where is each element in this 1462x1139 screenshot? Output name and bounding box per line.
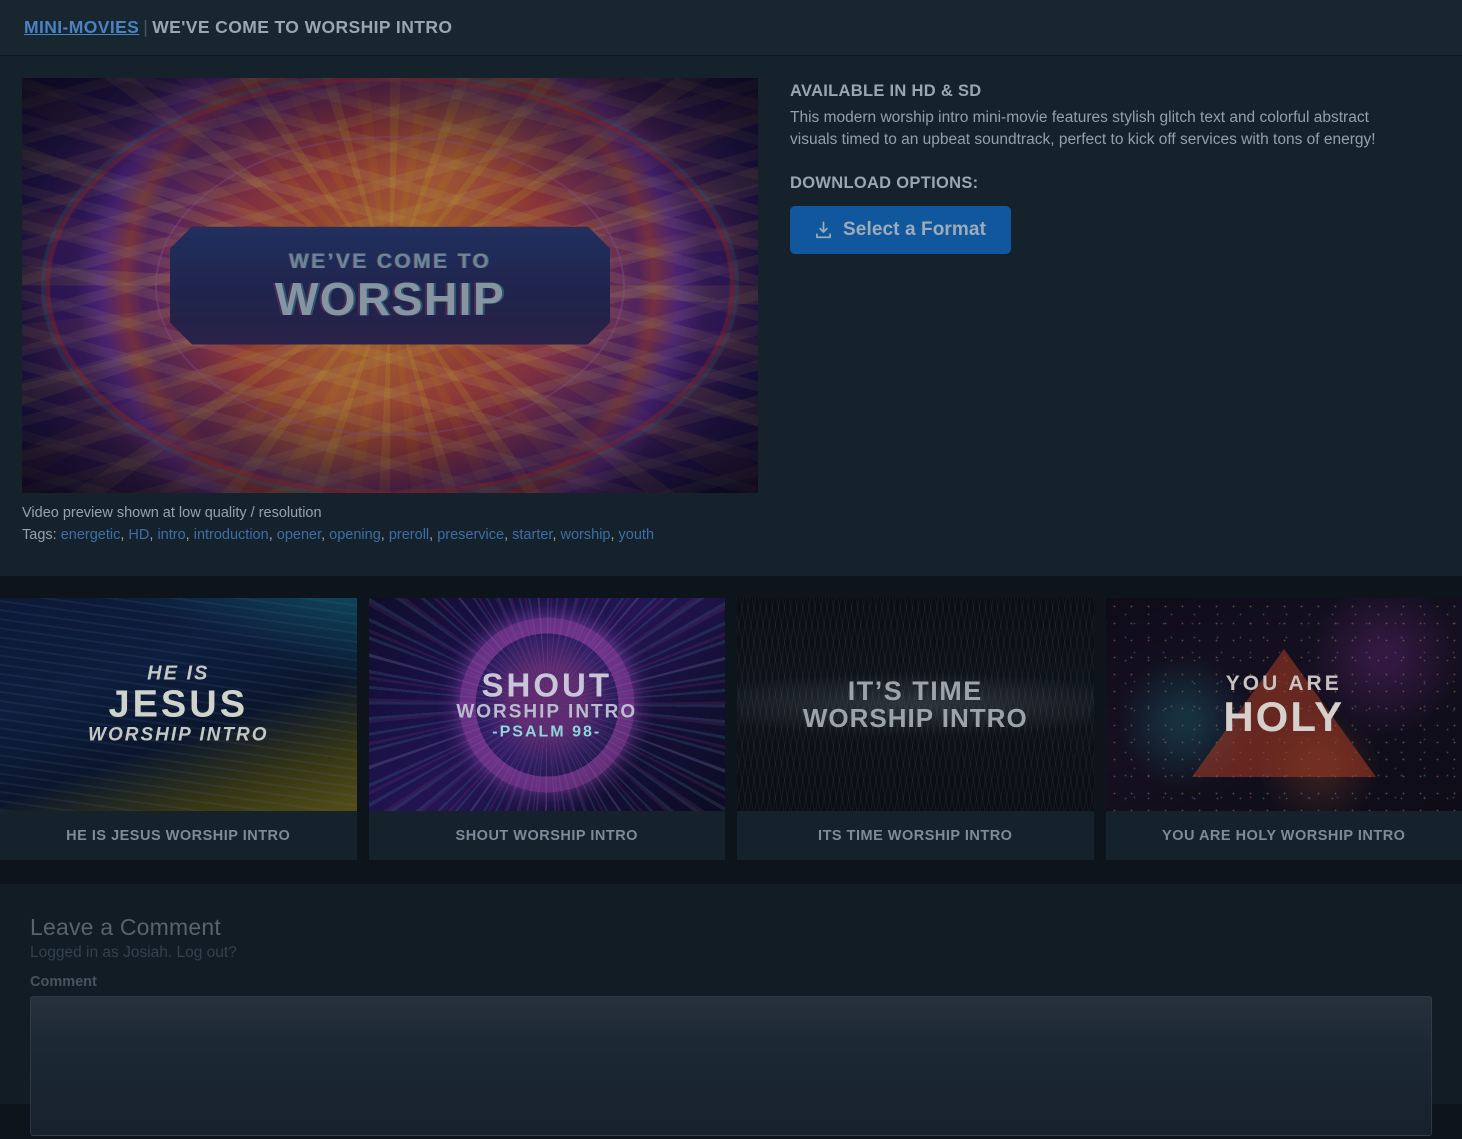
tags-row: Tags: energetic, HD, intro, introduction… (22, 525, 758, 546)
tag-link[interactable]: intro (157, 527, 185, 543)
related-thumbnail: HE IS JESUS WORSHIP INTRO (0, 598, 357, 811)
availability-heading: AVAILABLE IN HD & SD (790, 82, 982, 100)
download-icon (815, 221, 832, 239)
comment-input[interactable] (30, 996, 1432, 1136)
tag-link[interactable]: energetic (61, 527, 121, 543)
product-detail-panel: WE’VE COME TO WORSHIP Video preview show… (0, 56, 1462, 576)
tag-separator: , (321, 526, 326, 543)
details-column: AVAILABLE IN HD & SD This modern worship… (790, 78, 1440, 576)
page-title: WE'VE COME TO WORSHIP INTRO (152, 17, 453, 37)
thumbnail-line-2: WORSHIP INTRO (802, 703, 1028, 734)
related-card-he-is-jesus[interactable]: HE IS JESUS WORSHIP INTRO HE IS JESUS WO… (0, 598, 357, 860)
thumbnail-text: YOU ARE HOLY (1106, 672, 1462, 738)
related-thumbnail: IT’S TIME WORSHIP INTRO (737, 598, 1094, 811)
breadcrumb-category-link[interactable]: MINI-MOVIES (24, 17, 139, 37)
tag-separator: , (552, 526, 557, 543)
select-format-label: Select a Format (843, 218, 986, 240)
tags-list: energetic, HD, intro, introduction, open… (61, 527, 654, 543)
related-card-title: YOU ARE HOLY WORSHIP INTRO (1162, 827, 1406, 844)
select-format-button[interactable]: Select a Format (790, 205, 1011, 254)
tag-separator: , (120, 526, 125, 543)
thumbnail-line-3: WORSHIP INTRO (88, 724, 269, 746)
tag-separator: , (185, 526, 190, 543)
preview-column: WE’VE COME TO WORSHIP Video preview show… (22, 78, 758, 576)
comments-divider (0, 860, 1462, 884)
video-title-line-2: WORSHIP (274, 272, 506, 325)
thumbnail-line-2: HOLY (1223, 692, 1345, 740)
tag-link[interactable]: youth (619, 527, 654, 543)
tags-label: Tags: (22, 526, 57, 543)
thumbnail-line-1: IT’S TIME (847, 675, 983, 706)
section-divider (0, 576, 1462, 598)
tag-link[interactable]: introduction (194, 527, 269, 543)
thumbnail-line-1: HE IS (147, 662, 210, 685)
related-card-title: HE IS JESUS WORSHIP INTRO (66, 827, 291, 844)
breadcrumb-separator: | (143, 17, 149, 37)
related-videos-strip: HE IS JESUS WORSHIP INTRO HE IS JESUS WO… (0, 598, 1462, 860)
leave-comment-heading: Leave a Comment (30, 914, 221, 940)
tag-separator: , (149, 526, 154, 543)
comment-field-label: Comment (30, 974, 97, 990)
thumbnail-text: SHOUT WORSHIP INTRO -PSALM 98- (369, 668, 726, 741)
thumbnail-line-3: -PSALM 98- (492, 723, 602, 740)
page-header: MINI-MOVIES | WE'VE COME TO WORSHIP INTRO (0, 0, 1462, 56)
related-card-title: SHOUT WORSHIP INTRO (455, 827, 638, 844)
preview-caption: Video preview shown at low quality / res… (22, 505, 322, 521)
tag-link[interactable]: opening (329, 527, 381, 543)
thumbnail-text: IT’S TIME WORSHIP INTRO (737, 675, 1094, 734)
tag-separator: , (429, 526, 434, 543)
log-out-link[interactable]: Log out? (177, 944, 237, 961)
comments-section: Leave a Comment Logged in as Josiah. Log… (0, 884, 1462, 1136)
tag-link[interactable]: worship (561, 527, 611, 543)
breadcrumb: MINI-MOVIES | WE'VE COME TO WORSHIP INTRO (24, 17, 452, 38)
tag-separator: , (610, 526, 615, 543)
related-thumbnail: SHOUT WORSHIP INTRO -PSALM 98- (368, 598, 726, 811)
tag-link[interactable]: opener (277, 527, 321, 543)
video-preview[interactable]: WE’VE COME TO WORSHIP (22, 78, 758, 493)
related-card-title: ITS TIME WORSHIP INTRO (818, 827, 1013, 844)
thumbnail-line-1: SHOUT (481, 666, 612, 703)
related-thumbnail: YOU ARE HOLY (1105, 598, 1462, 811)
video-title-plate: WE’VE COME TO WORSHIP (170, 227, 610, 345)
video-title-line-1: WE’VE COME TO (288, 249, 492, 273)
product-description: This modern worship intro mini-movie fea… (790, 109, 1376, 149)
download-options-heading: DOWNLOAD OPTIONS: (790, 173, 979, 192)
related-card-shout[interactable]: SHOUT WORSHIP INTRO -PSALM 98- SHOUT WOR… (368, 598, 726, 860)
related-card-its-time[interactable]: IT’S TIME WORSHIP INTRO ITS TIME WORSHIP… (737, 598, 1094, 860)
logged-in-text: Logged in as Josiah. (30, 944, 173, 961)
tag-link[interactable]: preroll (389, 527, 429, 543)
tag-link[interactable]: preservice (437, 527, 504, 543)
tag-separator: , (268, 526, 273, 543)
thumbnail-text: HE IS JESUS WORSHIP INTRO (0, 662, 357, 747)
thumbnail-line-2: JESUS (108, 683, 249, 726)
tag-separator: , (380, 526, 385, 543)
thumbnail-line-2: WORSHIP INTRO (456, 701, 638, 722)
tag-separator: , (504, 526, 509, 543)
related-card-you-are-holy[interactable]: YOU ARE HOLY YOU ARE HOLY WORSHIP INTRO (1105, 598, 1462, 860)
tag-link[interactable]: HD (128, 527, 149, 543)
tag-link[interactable]: starter (512, 527, 552, 543)
logged-in-status: Logged in as Josiah. Log out? (30, 944, 1432, 962)
